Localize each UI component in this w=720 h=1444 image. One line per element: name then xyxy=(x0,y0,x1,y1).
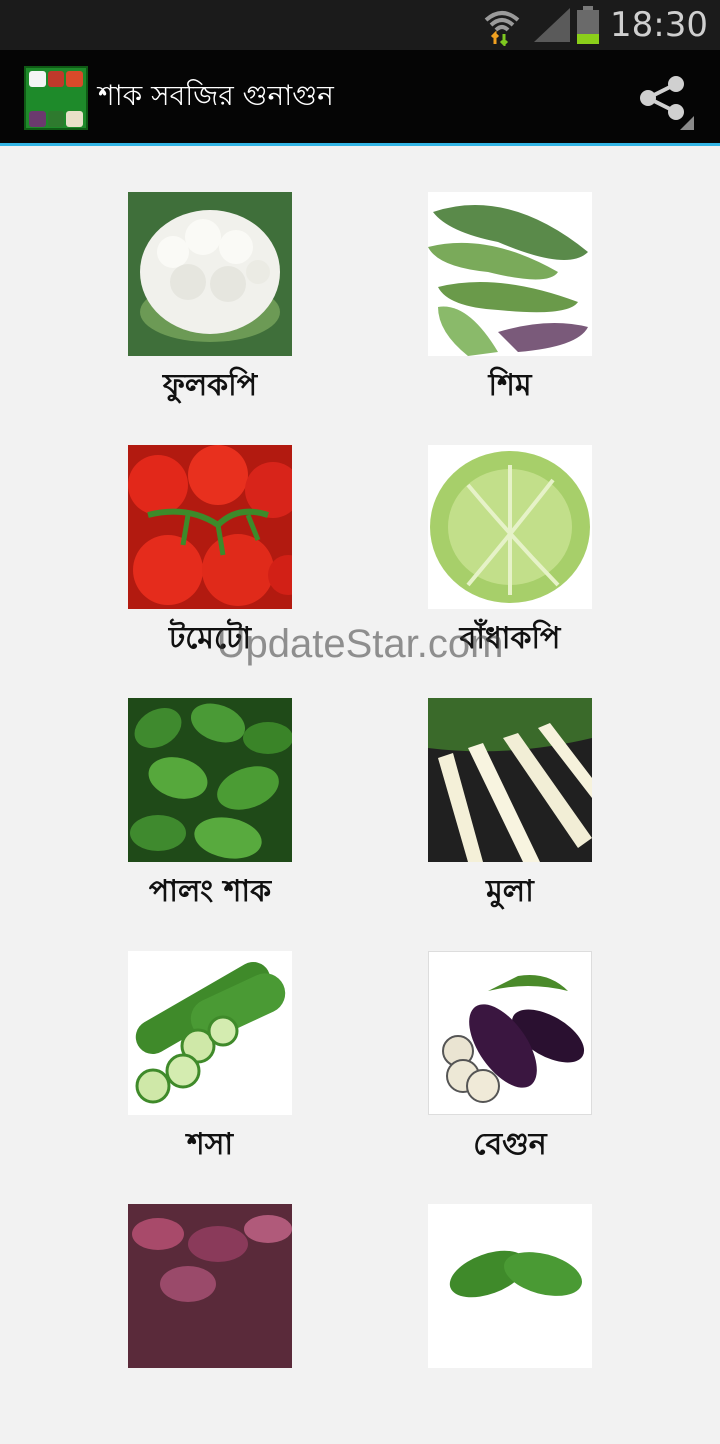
vegetable-item-cucumber[interactable]: শসা xyxy=(60,951,360,1191)
bitter-gourd-image xyxy=(428,1204,592,1368)
status-clock: 18:30 xyxy=(610,5,708,45)
vegetable-item-radish[interactable]: মুলা xyxy=(360,698,660,938)
spinach-image xyxy=(128,698,292,862)
cauliflower-image xyxy=(128,192,292,356)
vegetable-item-beans[interactable]: শিম xyxy=(360,192,660,432)
red-amaranth-image xyxy=(128,1204,292,1368)
vegetable-label: টমেটো xyxy=(168,621,252,656)
vegetable-item-cauliflower[interactable]: ফুলকপি xyxy=(60,192,360,432)
app-logo-icon xyxy=(24,66,88,130)
tomato-image xyxy=(128,445,292,609)
vegetable-label: ফুলকপি xyxy=(162,368,258,403)
beans-image xyxy=(428,192,592,356)
vegetable-label: বেগুন xyxy=(473,1127,547,1162)
vegetable-label: পালং শাক xyxy=(148,874,272,909)
status-bar: 18:30 xyxy=(0,0,720,50)
vegetable-label: শিম xyxy=(488,368,532,403)
action-bar: শাক সবজির গুনাগুন xyxy=(0,50,720,144)
radish-image xyxy=(428,698,592,862)
vegetable-label: শসা xyxy=(186,1127,234,1162)
eggplant-image xyxy=(428,951,592,1115)
vegetable-label: বাঁধাকপি xyxy=(459,621,561,656)
vegetable-grid: ফুলকপি শিম টমেটো বাঁধাকপি পালং শাক মুলা … xyxy=(0,146,720,1368)
vegetable-item-tomato[interactable]: টমেটো xyxy=(60,445,360,685)
vegetable-item-spinach[interactable]: পালং শাক xyxy=(60,698,360,938)
app-title: শাক সবজির গুনাগুন xyxy=(98,79,334,112)
signal-icon xyxy=(534,8,570,42)
cucumber-image xyxy=(126,951,294,1115)
cabbage-image xyxy=(428,445,592,609)
vegetable-item-red-amaranth[interactable] xyxy=(60,1204,360,1444)
vegetable-label: মুলা xyxy=(486,874,534,909)
share-icon[interactable] xyxy=(636,72,696,132)
wifi-icon xyxy=(484,11,520,46)
vegetable-item-bitter-gourd[interactable] xyxy=(360,1204,660,1444)
battery-icon xyxy=(577,6,599,44)
vegetable-item-cabbage[interactable]: বাঁধাকপি xyxy=(360,445,660,685)
vegetable-item-eggplant[interactable]: বেগুন xyxy=(360,951,660,1191)
